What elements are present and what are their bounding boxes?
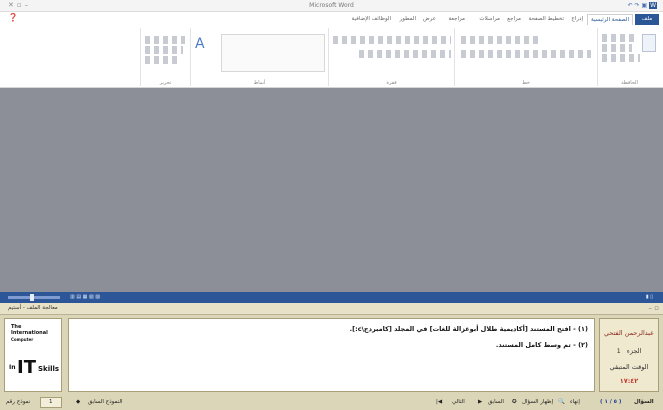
group-label-styles: أنماط: [253, 80, 266, 86]
show-question-icon[interactable]: ✪: [512, 399, 517, 405]
logo-box: The International Computer In IT Skills: [4, 318, 62, 392]
question-counter: ( ٥ / ١ ): [600, 399, 622, 405]
next-button[interactable]: التالي: [452, 399, 465, 405]
zoom-slider[interactable]: [8, 296, 60, 299]
redo-icon[interactable]: ↷: [635, 2, 640, 9]
group-paragraph: فقرة: [328, 28, 454, 86]
tab-references[interactable]: مراجع: [504, 14, 524, 25]
time-remaining-label: الوقت المتبقي: [609, 363, 649, 371]
search-icon[interactable]: 🔍: [558, 399, 565, 405]
exam-panel-title: معالجة الملف - أستيم: [8, 305, 58, 311]
logo-it: IT: [17, 357, 36, 378]
tab-home[interactable]: الصفحة الرئيسية: [587, 14, 633, 25]
word-logo-icon: W: [649, 2, 657, 9]
exam-bottom-bar: نموذج رقم 1 ◆ النموذج السابق |◀ التالي ▶…: [0, 395, 663, 410]
undo-icon[interactable]: ↶: [628, 2, 633, 9]
exam-panel-header: معالجة الملف - أستيم – ▫: [0, 303, 663, 315]
help-icon[interactable]: ❓: [8, 13, 18, 22]
logo-text-line2: International: [11, 330, 48, 336]
part-label-text: الجزء: [626, 347, 642, 355]
document-area[interactable]: [0, 88, 663, 292]
group-editing: تحرير: [140, 28, 190, 86]
candidate-name: عبدالرحمن الفتحي: [603, 329, 655, 337]
change-styles-icon[interactable]: A: [195, 36, 205, 52]
view-buttons[interactable]: ▥ ▤ ▦ ▧ ▨: [70, 294, 100, 300]
tab-view[interactable]: عرض: [420, 14, 439, 25]
title-bar: ✕▫– Microsoft Word ↶ ↷ ▣ W: [0, 0, 663, 12]
tab-insert[interactable]: إدراج: [568, 14, 586, 25]
prev-button[interactable]: السابق: [488, 399, 504, 405]
panel-controls[interactable]: – ▫: [649, 304, 659, 312]
tab-mailings[interactable]: مراسلات: [476, 14, 503, 25]
show-question-button[interactable]: إظهار السؤال: [522, 399, 553, 405]
logo-skills: Skills: [38, 365, 60, 373]
logo-in: In: [9, 364, 16, 371]
ribbon-tabs: ❓ ملف الصفحة الرئيسية إدراج تخطيط الصفحة…: [0, 12, 663, 26]
status-bar: ▥ ▤ ▦ ▧ ▨ ▮ ▯: [0, 292, 663, 303]
zoom-slider-thumb[interactable]: [30, 294, 34, 301]
group-styles: A أنماط: [190, 28, 328, 86]
tab-review[interactable]: مراجعة: [445, 14, 468, 25]
time-remaining-value: ١٧:٤٢: [619, 377, 639, 385]
window-title: Microsoft Word: [309, 2, 354, 9]
exam-panel: The International Computer In IT Skills …: [0, 315, 663, 410]
tab-file[interactable]: ملف: [635, 14, 659, 25]
quick-access-toolbar: ↶ ↷ ▣ W: [628, 2, 657, 9]
part-label: الجزء 1: [600, 347, 658, 355]
tab-addins[interactable]: الوظائف الإضافية: [349, 14, 394, 25]
form-number-field: 1: [40, 397, 62, 408]
group-label-paragraph: فقرة: [386, 80, 397, 86]
instruction-line-2: (٢) - تم وسط كامل المستند.: [495, 341, 588, 349]
previous-version-icon[interactable]: ◆: [76, 399, 80, 405]
previous-version-button[interactable]: النموذج السابق: [88, 399, 123, 405]
tab-page-layout[interactable]: تخطيط الصفحة: [526, 14, 567, 25]
question-label: السؤال: [634, 399, 654, 405]
next-icon[interactable]: |◀: [436, 399, 442, 405]
ribbon: الحافظة خط فقرة A أنماط تحرير: [0, 26, 663, 88]
group-label-editing: تحرير: [159, 80, 172, 86]
group-font: خط: [454, 28, 597, 86]
part-value: 1: [616, 347, 621, 355]
styles-gallery[interactable]: [221, 34, 325, 72]
group-label-clipboard: الحافظة: [621, 80, 638, 86]
paste-icon[interactable]: [642, 34, 656, 52]
end-button[interactable]: إنهاء: [570, 399, 580, 405]
logo-text-line3: Computer: [11, 337, 34, 342]
save-icon[interactable]: ▣: [641, 2, 647, 9]
form-number-label: نموذج رقم: [6, 399, 31, 405]
page-indicator: ▮ ▯: [645, 294, 653, 300]
group-label-font: خط: [522, 80, 530, 86]
group-clipboard: الحافظة: [597, 28, 661, 86]
question-box: (١) - افتح المستند [أكاديمية طلال أبوغزا…: [68, 318, 595, 392]
tab-developer[interactable]: المطور: [397, 14, 419, 25]
instruction-line-1: (١) - افتح المستند [أكاديمية طلال أبوغزا…: [349, 325, 588, 333]
prev-icon[interactable]: ▶: [478, 399, 482, 405]
candidate-info-box: عبدالرحمن الفتحي الجزء 1 الوقت المتبقي ١…: [599, 318, 659, 392]
